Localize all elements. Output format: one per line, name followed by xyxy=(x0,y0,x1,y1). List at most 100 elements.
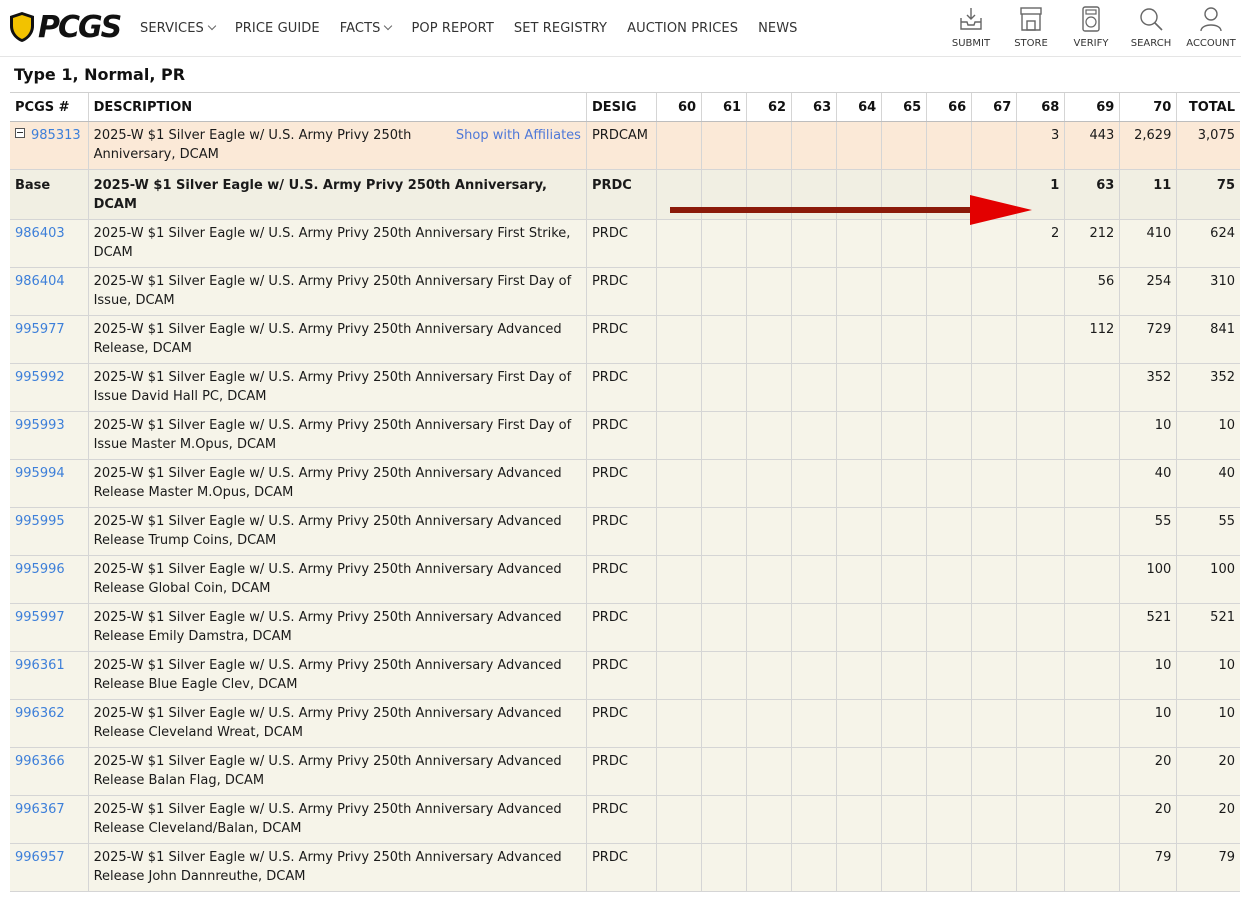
grade-cell xyxy=(1064,699,1120,748)
pcgs-number-link[interactable]: 996367 xyxy=(15,802,65,817)
submit-button[interactable]: SUBMIT xyxy=(941,4,1001,49)
total-cell: 79 xyxy=(1176,843,1240,892)
table-row: 995993 2025-W $1 Silver Eagle w/ U.S. Arm… xyxy=(10,411,1240,460)
grade-cell xyxy=(971,699,1017,748)
verify-button[interactable]: VERIFY xyxy=(1061,4,1121,49)
pcgs-logo[interactable]: PCGS xyxy=(9,10,122,45)
nav-news[interactable]: NEWS xyxy=(758,21,797,36)
nav-auction-prices[interactable]: AUCTION PRICES xyxy=(627,21,738,36)
pcgs-number-link[interactable]: 995997 xyxy=(15,610,65,625)
description-text: 2025-W $1 Silver Eagle w/ U.S. Army Priv… xyxy=(93,128,412,162)
pcgs-number-cell: 996957 xyxy=(10,843,89,892)
total-cell: 10 xyxy=(1176,411,1240,460)
grade-cell xyxy=(881,121,927,170)
description-cell: 2025-W $1 Silver Eagle w/ U.S. Army Priv… xyxy=(87,603,587,652)
column-header: 62 xyxy=(746,92,792,122)
desig-cell: PRDCAM xyxy=(585,121,657,170)
table-row: 996362 2025-W $1 Silver Eagle w/ U.S. Arm… xyxy=(10,699,1240,748)
pcgs-number-link[interactable]: 996362 xyxy=(15,706,65,721)
pcgs-number-link[interactable]: 995993 xyxy=(15,418,65,433)
grade-cell: 20 xyxy=(1119,747,1177,796)
pcgs-number-link[interactable]: 996366 xyxy=(15,754,65,769)
pcgs-number-link[interactable]: 986404 xyxy=(15,274,65,289)
nav-price-guide[interactable]: PRICE GUIDE xyxy=(235,21,320,36)
grade-cell xyxy=(701,747,747,796)
nav-news-label: NEWS xyxy=(758,20,798,36)
grade-cell xyxy=(1064,651,1120,700)
shop-with-affiliates-link[interactable]: Shop with Affiliates xyxy=(456,126,581,164)
pcgs-number-link[interactable]: 996957 xyxy=(15,850,65,865)
description-cell: 2025-W $1 Silver Eagle w/ U.S. Army Priv… xyxy=(87,699,587,748)
grade-cell xyxy=(701,267,747,316)
grade-cell xyxy=(836,843,882,892)
grade-cell: 10 xyxy=(1119,651,1177,700)
store-button[interactable]: STORE xyxy=(1001,4,1061,49)
nav-facts[interactable]: FACTS xyxy=(340,21,393,36)
grade-cell: 3 xyxy=(1016,121,1065,170)
grade-cell xyxy=(746,459,792,508)
grade-cell xyxy=(926,603,972,652)
grade-cell xyxy=(881,651,927,700)
grade-cell xyxy=(1064,363,1120,412)
grade-cell xyxy=(655,795,702,844)
grade-cell xyxy=(926,411,972,460)
pcgs-number-link[interactable]: 995994 xyxy=(15,466,65,481)
description-cell: 2025-W $1 Silver Eagle w/ U.S. Army Priv… xyxy=(87,747,587,796)
pcgs-number-link[interactable]: 985313 xyxy=(31,128,81,143)
pcgs-number-link[interactable]: 995996 xyxy=(15,562,65,577)
base-label-cell: Base xyxy=(10,169,89,220)
grade-cell xyxy=(791,747,837,796)
pcgs-number-link[interactable]: 996361 xyxy=(15,658,65,673)
account-button[interactable]: ACCOUNT xyxy=(1181,4,1241,49)
chevron-down-icon xyxy=(207,21,217,31)
nav-pop-report[interactable]: POP REPORT xyxy=(411,21,493,36)
column-header: 66 xyxy=(926,92,972,122)
table-row: 996366 2025-W $1 Silver Eagle w/ U.S. Arm… xyxy=(10,747,1240,796)
grade-cell: 10 xyxy=(1119,699,1177,748)
grade-cell xyxy=(1064,795,1120,844)
desig-cell: PRDC xyxy=(585,843,657,892)
grade-cell xyxy=(791,843,837,892)
site-header: PCGS SERVICES PRICE GUIDE FACTS POP REPO… xyxy=(0,0,1241,57)
grade-cell xyxy=(836,267,882,316)
nav-set-registry-label: SET REGISTRY xyxy=(513,20,608,36)
grade-cell xyxy=(836,699,882,748)
description-cell: 2025-W $1 Silver Eagle w/ U.S. Army Priv… xyxy=(87,121,587,170)
grade-cell xyxy=(881,555,927,604)
column-header: DESIG xyxy=(585,92,657,122)
nav-set-registry[interactable]: SET REGISTRY xyxy=(514,21,607,36)
search-icon xyxy=(1140,8,1163,31)
collapse-toggle-icon[interactable] xyxy=(15,128,25,138)
grade-cell xyxy=(655,843,702,892)
population-table: PCGS # DESCRIPTION DESIG 60 61 62 63 64 65 66 67 68… xyxy=(10,92,1240,892)
search-button[interactable]: SEARCH xyxy=(1121,4,1181,49)
grade-cell xyxy=(1016,747,1065,796)
pcgs-number-link[interactable]: 986403 xyxy=(15,226,65,241)
grade-cell xyxy=(971,843,1017,892)
grade-cell: 11 xyxy=(1119,169,1177,220)
grade-cell xyxy=(1016,315,1065,364)
grade-cell xyxy=(971,219,1017,268)
pcgs-number-link[interactable]: 995995 xyxy=(15,514,65,529)
column-header: 63 xyxy=(791,92,837,122)
nav-services[interactable]: SERVICES xyxy=(140,21,217,36)
pcgs-number-cell: 995994 xyxy=(10,459,89,508)
grade-cell xyxy=(746,507,792,556)
grade-cell xyxy=(971,507,1017,556)
grade-cell: 56 xyxy=(1064,267,1120,316)
account-label: ACCOUNT xyxy=(1186,38,1236,49)
grade-cell xyxy=(746,603,792,652)
pcgs-number-link[interactable]: 995977 xyxy=(15,322,65,337)
description-cell: 2025-W $1 Silver Eagle w/ U.S. Army Priv… xyxy=(87,169,587,220)
grade-cell xyxy=(746,555,792,604)
search-label: SEARCH xyxy=(1130,38,1172,49)
grade-cell xyxy=(655,411,702,460)
chevron-down-icon xyxy=(384,21,393,31)
table-row: 995992 2025-W $1 Silver Eagle w/ U.S. Arm… xyxy=(10,363,1240,412)
nav-price-guide-label: PRICE GUIDE xyxy=(234,20,320,36)
total-cell: 20 xyxy=(1176,795,1240,844)
grade-cell xyxy=(926,843,972,892)
grade-cell: 20 xyxy=(1119,795,1177,844)
pcgs-number-link[interactable]: 995992 xyxy=(15,370,65,385)
column-header: 70 xyxy=(1119,92,1177,122)
